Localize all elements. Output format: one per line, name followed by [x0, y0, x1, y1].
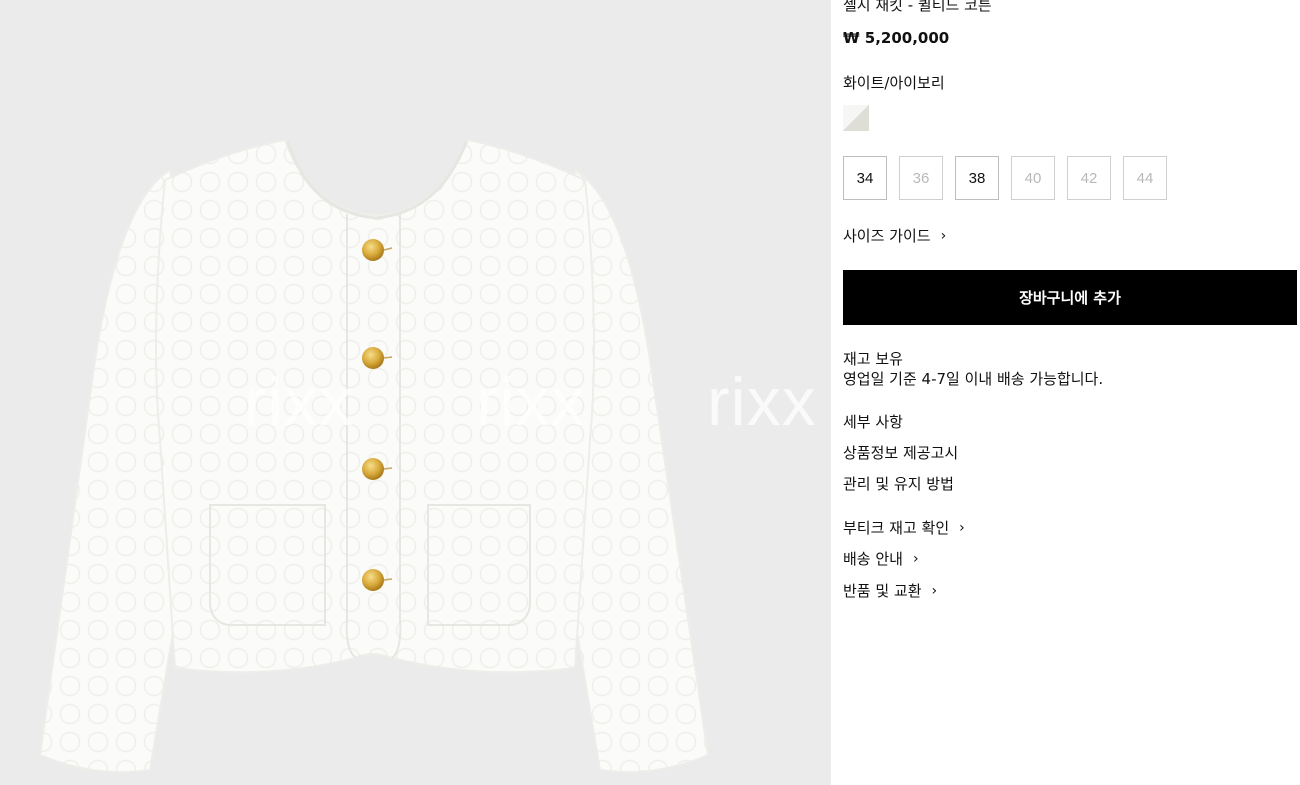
size-option-44[interactable]: 44: [1123, 156, 1167, 200]
color-name: 화이트/아이보리: [843, 74, 945, 92]
color-swatch[interactable]: [843, 105, 869, 131]
details-link[interactable]: 세부 사항: [843, 411, 903, 432]
stock-status: 재고 보유: [843, 350, 903, 368]
watermark-text: rixx: [244, 364, 354, 440]
add-to-cart-button[interactable]: 장바구니에 추가: [843, 270, 1297, 325]
returns-label: 반품 및 교환: [843, 582, 922, 600]
boutique-stock-label: 부티크 재고 확인: [843, 519, 950, 537]
product-price: ₩ 5,200,000: [843, 29, 950, 47]
size-option-34[interactable]: 34: [843, 156, 887, 200]
stock-info: 재고 보유 영업일 기준 4-7일 이내 배송 가능합니다.: [843, 349, 1103, 389]
product-image[interactable]: rixx rixx rixx: [0, 0, 831, 785]
returns-link[interactable]: 반품 및 교환 ›: [843, 580, 937, 601]
size-option-40[interactable]: 40: [1011, 156, 1055, 200]
size-option-38[interactable]: 38: [955, 156, 999, 200]
chevron-right-icon: ›: [959, 519, 965, 536]
chevron-right-icon: ›: [940, 227, 947, 244]
chevron-right-icon: ›: [931, 582, 938, 599]
size-guide-link[interactable]: 사이즈 가이드 ›: [843, 225, 946, 246]
care-link[interactable]: 관리 및 유지 방법: [843, 473, 954, 494]
size-option-42[interactable]: 42: [1067, 156, 1111, 200]
chevron-right-icon: ›: [912, 550, 919, 567]
size-option-36[interactable]: 36: [899, 156, 943, 200]
shipping-info-link[interactable]: 배송 안내 ›: [843, 548, 919, 569]
product-title: 첼시 재킷 - 퀼티드 코튼: [843, 0, 992, 14]
size-guide-label: 사이즈 가이드: [843, 227, 931, 245]
size-selector: 34 36 38 40 42 44: [843, 156, 1167, 200]
watermark-text: rixx: [707, 364, 817, 440]
product-notice-link[interactable]: 상품정보 제공고시: [843, 442, 958, 463]
delivery-estimate: 영업일 기준 4-7일 이내 배송 가능합니다.: [843, 370, 1104, 388]
watermark-text: rixx: [476, 364, 586, 440]
boutique-stock-link[interactable]: 부티크 재고 확인 ›: [843, 517, 965, 538]
shipping-info-label: 배송 안내: [843, 550, 903, 568]
